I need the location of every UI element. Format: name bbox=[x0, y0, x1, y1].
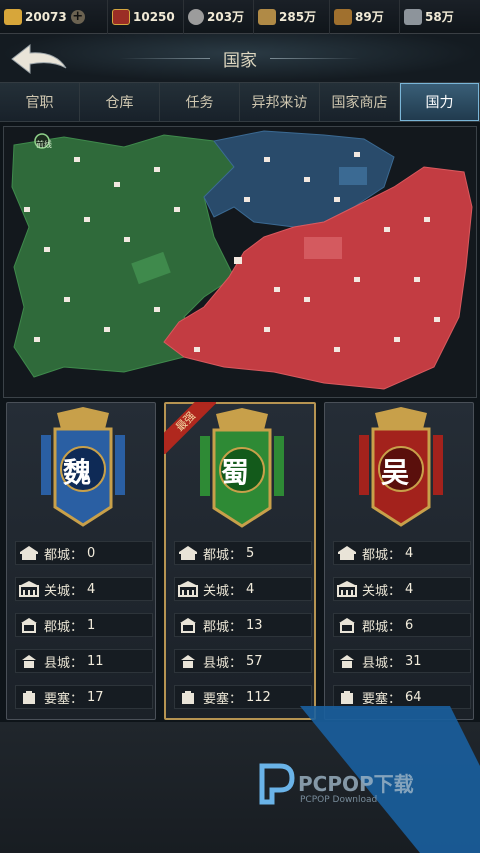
tab-national-power[interactable]: 国力 bbox=[400, 83, 480, 121]
stat-row-fortress: 要塞： 112 bbox=[174, 685, 312, 709]
title-ornament-right bbox=[270, 58, 360, 59]
faction-card-wu[interactable]: 吴 都城： 4 关城： 4 郡城： 6 县城： 31 要塞： 64 bbox=[324, 402, 474, 720]
stat-row-fortress: 要塞： 17 bbox=[15, 685, 153, 709]
pass-gate-icon bbox=[337, 581, 357, 597]
faction-name-shu: 蜀 bbox=[221, 456, 250, 489]
stat-row-pass: 关城： 4 bbox=[333, 577, 471, 601]
page-header: 国家 bbox=[0, 34, 480, 82]
stat-row-capital: 都城： 4 bbox=[333, 541, 471, 565]
stat-row-pass: 关城： 4 bbox=[174, 577, 312, 601]
capital-icon bbox=[338, 546, 356, 560]
stat-row-commandery: 郡城： 6 bbox=[333, 613, 471, 637]
faction-name-wei: 魏 bbox=[63, 456, 92, 489]
stat-row-capital: 都城： 5 bbox=[174, 541, 312, 565]
tab-warehouse[interactable]: 仓库 bbox=[80, 83, 160, 121]
tab-tasks[interactable]: 任务 bbox=[160, 83, 240, 121]
resource-iron: 58万 bbox=[400, 0, 480, 34]
coin-icon bbox=[188, 8, 204, 25]
county-icon bbox=[181, 655, 195, 668]
capital-icon bbox=[179, 546, 197, 560]
fortress-icon bbox=[182, 691, 194, 704]
watermark-logo-icon bbox=[259, 763, 295, 805]
resource-wood: 89万 bbox=[330, 0, 400, 34]
county-icon bbox=[22, 655, 36, 668]
resource-gold[interactable]: 20073 + bbox=[0, 0, 108, 34]
strongest-badge: 最强 bbox=[164, 402, 216, 454]
commandery-icon bbox=[180, 618, 196, 633]
watermark-subtext: PCPOP Download bbox=[300, 795, 378, 805]
stat-row-county: 县城： 57 bbox=[174, 649, 312, 673]
iron-icon bbox=[404, 8, 422, 25]
fortress-icon bbox=[23, 691, 35, 704]
resource-bar: 20073 + 10250 203万 285万 89万 58万 bbox=[0, 0, 480, 34]
tab-foreign-visit[interactable]: 异邦来访 bbox=[240, 83, 320, 121]
faction-card-shu[interactable]: 最强 蜀 都城： 5 关城： 4 郡城： 13 县城： 57 要塞： 112 bbox=[164, 402, 316, 720]
resource-coin: 203万 bbox=[184, 0, 254, 34]
tab-nation-shop[interactable]: 国家商店 bbox=[320, 83, 400, 121]
faction-card-wei[interactable]: 魏 都城： 0 关城： 4 郡城： 1 县城： 11 要塞： 17 bbox=[6, 402, 156, 720]
commandery-icon bbox=[21, 618, 37, 633]
capital-icon bbox=[20, 546, 38, 560]
grain-icon bbox=[258, 8, 276, 25]
stat-row-commandery: 郡城： 1 bbox=[15, 613, 153, 637]
stat-row-county: 县城： 31 bbox=[333, 649, 471, 673]
stat-row-pass: 关城： 4 bbox=[15, 577, 153, 601]
resource-grain: 285万 bbox=[254, 0, 330, 34]
tab-official[interactable]: 官职 bbox=[0, 83, 80, 121]
stat-row-county: 县城： 11 bbox=[15, 649, 153, 673]
county-icon bbox=[340, 655, 354, 668]
page-title: 国家 bbox=[223, 51, 257, 71]
faction-name-wu: 吴 bbox=[381, 456, 410, 489]
add-gold-button[interactable]: + bbox=[70, 9, 85, 24]
territory-map[interactable]: 前线 bbox=[3, 126, 477, 398]
stat-row-commandery: 郡城： 13 bbox=[174, 613, 312, 637]
gold-ingot-icon bbox=[4, 8, 22, 25]
wood-icon bbox=[334, 8, 352, 25]
frontline-label: 前线 bbox=[36, 140, 52, 149]
pass-gate-icon bbox=[178, 581, 198, 597]
pass-gate-icon bbox=[19, 581, 39, 597]
stat-row-capital: 都城： 0 bbox=[15, 541, 153, 565]
faction-cards: 魏 都城： 0 关城： 4 郡城： 1 县城： 11 要塞： 17 最强 蜀 都城： 5 关… bbox=[6, 402, 474, 720]
watermark-text: PCPOP下载 bbox=[298, 772, 414, 796]
commandery-icon bbox=[339, 618, 355, 633]
territory-map-graphic bbox=[11, 130, 473, 390]
resource-token: 10250 bbox=[108, 0, 184, 34]
tiger-token-icon bbox=[112, 8, 130, 25]
fortress-icon bbox=[341, 691, 353, 704]
tab-bar: 官职 仓库 任务 异邦来访 国家商店 国力 bbox=[0, 82, 480, 122]
